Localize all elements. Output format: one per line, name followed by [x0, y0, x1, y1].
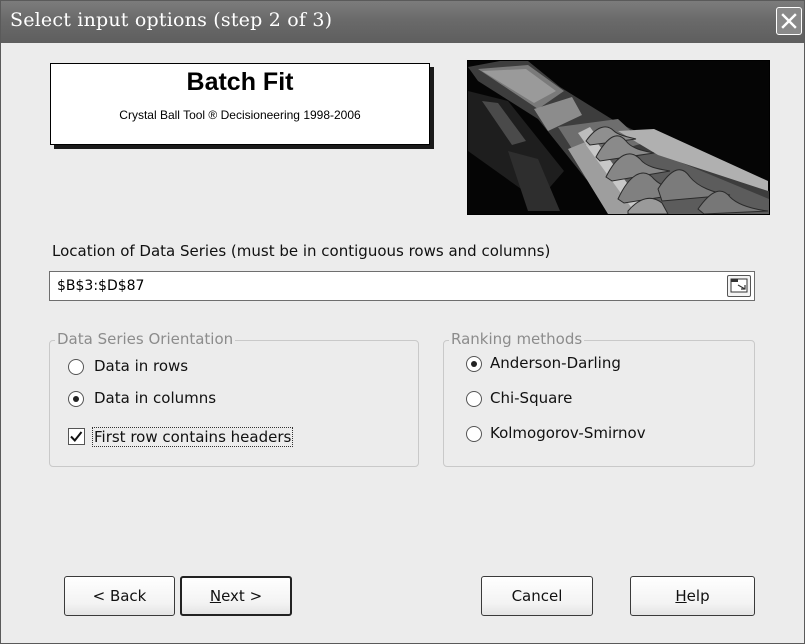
data-in-rows-label[interactable]: Data in rows — [94, 357, 188, 375]
banner-title: Batch Fit — [186, 68, 294, 96]
kolmogorov-smirnov-radio[interactable] — [466, 426, 482, 442]
location-label: Location of Data Series (must be in cont… — [52, 242, 551, 260]
next-button[interactable]: Next > — [180, 576, 292, 616]
help-button[interactable]: Help — [630, 576, 755, 616]
close-icon — [781, 13, 797, 29]
banner-subtitle: Crystal Ball Tool ® Decisioneering 1998-… — [119, 108, 361, 122]
data-in-columns-label[interactable]: Data in columns — [94, 389, 216, 407]
range-selector-button[interactable] — [727, 275, 751, 297]
radio-selected-dot — [73, 396, 79, 402]
ranking-group-title: Ranking methods — [449, 330, 585, 348]
headers-checkbox-label[interactable]: First row contains headers — [92, 427, 294, 447]
chi-square-label[interactable]: Chi-Square — [490, 389, 572, 407]
data-in-rows-radio[interactable] — [68, 359, 84, 375]
help-mnemonic: H — [675, 587, 687, 605]
data-range-input[interactable]: $B$3:$D$87 — [49, 271, 755, 301]
anderson-darling-radio[interactable] — [466, 356, 482, 372]
back-button[interactable]: < Back — [64, 576, 175, 616]
cancel-button-label: Cancel — [511, 587, 563, 605]
next-button-label: ext > — [221, 587, 263, 605]
anderson-darling-label[interactable]: Anderson-Darling — [490, 354, 621, 372]
help-button-label: elp — [686, 587, 710, 605]
data-range-value: $B$3:$D$87 — [57, 278, 145, 294]
batch-fit-banner: Batch Fit Crystal Ball Tool ® Decisionee… — [50, 63, 430, 145]
chi-square-radio[interactable] — [466, 391, 482, 407]
next-mnemonic: N — [209, 587, 222, 605]
close-button[interactable] — [776, 7, 802, 35]
dialog-title: Select input options (step 2 of 3) — [10, 9, 333, 31]
cancel-button[interactable]: Cancel — [481, 576, 593, 616]
headers-checkbox[interactable] — [68, 428, 85, 445]
data-in-columns-radio[interactable] — [68, 391, 84, 407]
kolmogorov-smirnov-label[interactable]: Kolmogorov-Smirnov — [490, 424, 646, 442]
batch-fit-dialog: Select input options (step 2 of 3) Batch… — [0, 0, 805, 644]
distribution-conveyor-illustration — [467, 60, 770, 215]
title-bar[interactable]: Select input options (step 2 of 3) — [1, 1, 804, 43]
back-button-label: < Back — [92, 587, 147, 605]
range-select-icon — [730, 278, 748, 293]
checkmark-icon — [70, 431, 83, 443]
orientation-group-title: Data Series Orientation — [55, 330, 236, 348]
radio-selected-dot — [471, 361, 477, 367]
